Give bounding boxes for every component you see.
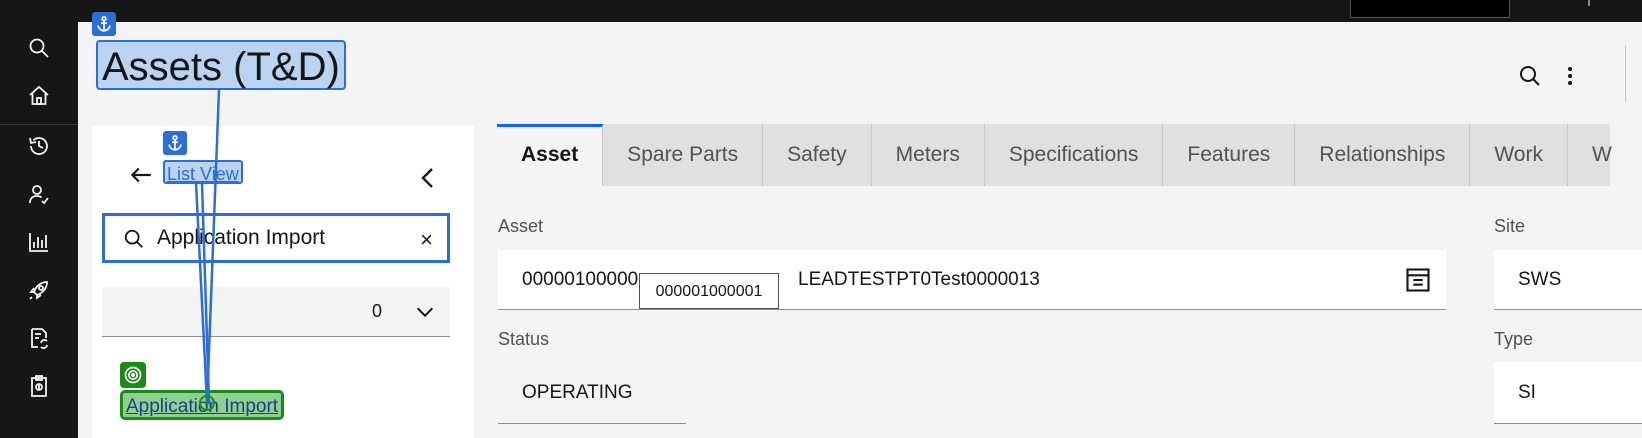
tab-asset[interactable]: Asset [497, 124, 604, 186]
type-label: Type [1494, 329, 1534, 349]
asset-label: Asset [498, 216, 544, 236]
tab-safety[interactable]: Safety [763, 124, 872, 186]
tab-specifications[interactable]: Specifications [984, 124, 1164, 186]
asset-description-field[interactable]: LEADTESTPT0Test0000013 [774, 250, 1389, 310]
asset-tooltip: 000001000001 [639, 273, 779, 309]
lookup-icon[interactable] [1389, 250, 1446, 310]
tab-work[interactable]: Work [1470, 124, 1568, 186]
tab-meters[interactable]: Meters [871, 124, 985, 186]
site-field[interactable]: SWS [1494, 250, 1642, 310]
annotation-connectors [194, 89, 221, 411]
tab-relationships[interactable]: Relationships [1295, 124, 1471, 186]
tab-more[interactable]: W [1567, 124, 1612, 186]
status-field: OPERATING [498, 362, 686, 424]
status-label: Status [498, 329, 550, 349]
tab-bar: Asset Spare Parts Safety Meters Specific… [497, 124, 1612, 186]
tab-spare-parts[interactable]: Spare Parts [603, 124, 764, 186]
tab-features[interactable]: Features [1163, 124, 1296, 186]
site-label: Site [1494, 216, 1526, 236]
type-field[interactable]: SI [1494, 362, 1642, 424]
